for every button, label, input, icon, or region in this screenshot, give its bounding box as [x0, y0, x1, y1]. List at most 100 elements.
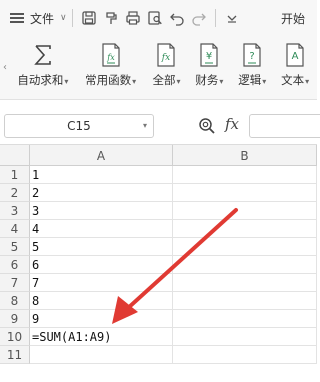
row-header[interactable]: 2 — [0, 184, 30, 202]
row-header[interactable]: 8 — [0, 292, 30, 310]
all-functions-button[interactable]: fx 全部▾ — [146, 36, 188, 99]
row-header[interactable]: 5 — [0, 238, 30, 256]
chevron-down-icon: ▾ — [262, 77, 267, 86]
table-row: 3 3 — [0, 202, 317, 220]
menu-bar: 文件 ∨ 开始 — [0, 0, 317, 36]
divider — [71, 9, 73, 27]
cell-a2[interactable]: 2 — [30, 184, 173, 201]
autosum-button[interactable]: 自动求和▾ — [10, 36, 76, 99]
common-function-icon: fx — [99, 42, 123, 68]
sigma-icon — [31, 42, 55, 68]
chevron-down-icon: ▾ — [305, 77, 310, 86]
svg-text:fx: fx — [106, 53, 115, 62]
file-menu[interactable]: 文件 ∨ — [0, 0, 67, 36]
cell-a5[interactable]: 5 — [30, 238, 173, 255]
finance-label: 财务 — [195, 73, 219, 87]
text-functions-label: 文本 — [281, 73, 305, 87]
redo-icon[interactable] — [188, 7, 210, 29]
table-row: 10 =SUM(A1:A9) — [0, 328, 317, 346]
tab-start[interactable]: 开始 — [281, 10, 305, 27]
name-box-value: C15 — [67, 119, 91, 133]
cell-a3[interactable]: 3 — [30, 202, 173, 219]
cell-a10[interactable]: =SUM(A1:A9) — [30, 328, 173, 345]
print-icon[interactable] — [122, 7, 144, 29]
row-header[interactable]: 10 — [0, 328, 30, 346]
chevron-down-icon: ▾ — [219, 77, 224, 86]
print-preview-icon[interactable] — [144, 7, 166, 29]
ribbon: ‹ 自动求和▾ fx 常用函数▾ fx 全部▾ ¥ 财务▾ ? 逻辑▾ A 文本 — [0, 36, 317, 100]
zoom-search-icon[interactable] — [198, 117, 216, 135]
table-row: 1 1 — [0, 166, 317, 184]
row-header[interactable]: 4 — [0, 220, 30, 238]
fx-icon[interactable]: fx — [225, 115, 239, 133]
undo-icon[interactable] — [166, 7, 188, 29]
table-row: 4 4 — [0, 220, 317, 238]
name-box[interactable]: C15 ▾ — [4, 114, 154, 138]
chevron-down-icon: ∨ — [60, 13, 67, 23]
chevron-down-icon: ▾ — [64, 77, 69, 86]
table-row: 2 2 — [0, 184, 317, 202]
autosum-label: 自动求和 — [17, 73, 64, 87]
cell-a8[interactable]: 8 — [30, 292, 173, 309]
cell-b7[interactable] — [173, 274, 317, 291]
cell-b2[interactable] — [173, 184, 317, 201]
cell-b11[interactable] — [173, 346, 317, 363]
all-functions-icon: fx — [154, 42, 178, 68]
select-all-corner[interactable] — [0, 145, 30, 166]
table-row: 7 7 — [0, 274, 317, 292]
row-header[interactable]: 6 — [0, 256, 30, 274]
row-header[interactable]: 1 — [0, 166, 30, 184]
table-row: 6 6 — [0, 256, 317, 274]
ribbon-scroll-left-icon[interactable]: ‹ — [0, 36, 10, 99]
cell-b4[interactable] — [173, 220, 317, 237]
svg-text:fx: fx — [161, 53, 170, 63]
spreadsheet-grid: A B 1 1 2 2 3 3 4 4 5 5 6 6 7 7 8 8 9 9 … — [0, 144, 317, 382]
file-menu-label: 文件 — [30, 11, 55, 26]
logic-icon: ? — [240, 42, 264, 68]
logic-label: 逻辑 — [238, 73, 262, 87]
table-row: 8 8 — [0, 292, 317, 310]
cell-a9[interactable]: 9 — [30, 310, 173, 327]
row-header[interactable]: 11 — [0, 346, 30, 364]
row-header[interactable]: 3 — [0, 202, 30, 220]
column-header-b[interactable]: B — [173, 145, 317, 166]
hamburger-icon — [10, 13, 24, 23]
text-functions-button[interactable]: A 文本▾ — [273, 36, 317, 99]
row-header[interactable]: 7 — [0, 274, 30, 292]
formula-input[interactable] — [249, 114, 320, 138]
svg-text:¥: ¥ — [206, 51, 212, 62]
cell-a4[interactable]: 4 — [30, 220, 173, 237]
cell-b1[interactable] — [173, 166, 317, 183]
chevron-down-icon: ▾ — [176, 77, 181, 86]
chevron-down-icon: ▾ — [132, 77, 137, 86]
cell-b10[interactable] — [173, 328, 317, 345]
cell-b6[interactable] — [173, 256, 317, 273]
cell-a1[interactable]: 1 — [30, 166, 173, 183]
save-icon[interactable] — [78, 7, 100, 29]
cell-a11[interactable] — [30, 346, 173, 363]
common-functions-label: 常用函数 — [85, 73, 132, 87]
format-painter-icon[interactable] — [100, 7, 122, 29]
table-row: 11 — [0, 346, 317, 364]
column-header-a[interactable]: A — [30, 145, 173, 166]
cell-a6[interactable]: 6 — [30, 256, 173, 273]
cell-b5[interactable] — [173, 238, 317, 255]
text-icon: A — [283, 42, 307, 68]
formula-bar: C15 ▾ fx — [0, 100, 320, 144]
cell-b9[interactable] — [173, 310, 317, 327]
table-row: 5 5 — [0, 238, 317, 256]
table-row: 9 9 — [0, 310, 317, 328]
column-header-row: A B — [0, 144, 317, 166]
cell-a7[interactable]: 7 — [30, 274, 173, 291]
row-header[interactable]: 9 — [0, 310, 30, 328]
chevron-down-icon[interactable]: ▾ — [143, 121, 147, 130]
svg-text:?: ? — [250, 51, 255, 62]
common-functions-button[interactable]: fx 常用函数▾ — [76, 36, 146, 99]
finance-button[interactable]: ¥ 财务▾ — [187, 36, 231, 99]
cell-b8[interactable] — [173, 292, 317, 309]
divider — [214, 9, 216, 27]
logic-button[interactable]: ? 逻辑▾ — [231, 36, 273, 99]
cell-b3[interactable] — [173, 202, 317, 219]
more-icon[interactable] — [221, 7, 243, 29]
all-functions-label: 全部 — [152, 73, 176, 87]
